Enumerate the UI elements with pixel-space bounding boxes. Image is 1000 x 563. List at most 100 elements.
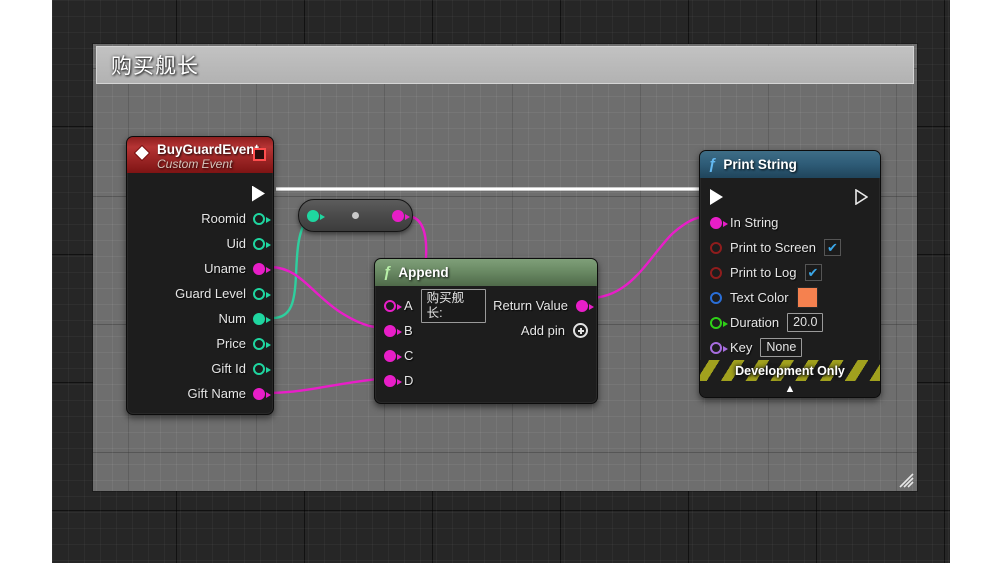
pin-row-append-a[interactable]: A 购买舰长: bbox=[375, 288, 486, 323]
pin-row-gift-id[interactable]: Gift Id bbox=[127, 356, 273, 381]
pin-row-gift-name[interactable]: Gift Name bbox=[127, 381, 273, 406]
pin-return-value[interactable] bbox=[576, 299, 594, 312]
text-color-swatch[interactable] bbox=[796, 287, 818, 308]
pin-label-append-c: C bbox=[404, 348, 414, 363]
pin-label-append-d: D bbox=[404, 373, 414, 388]
resize-grip[interactable] bbox=[898, 472, 914, 488]
pin-label-append-b: B bbox=[404, 323, 413, 338]
node-append[interactable]: ƒ Append A 购买舰长: B C D Return Value Add … bbox=[374, 258, 598, 404]
append-outputs-column: Return Value Add pin bbox=[486, 293, 597, 393]
pin-row-in-string[interactable]: In String bbox=[700, 210, 880, 235]
pin-label-gift-id: Gift Id bbox=[211, 361, 246, 376]
pin-row-uid[interactable]: Uid bbox=[127, 231, 273, 256]
pin-label-roomid: Roomid bbox=[201, 211, 246, 226]
conversion-center-dot bbox=[352, 212, 359, 219]
pin-print-to-log[interactable] bbox=[710, 266, 722, 279]
conversion-output-pin[interactable] bbox=[392, 209, 410, 222]
pin-row-num[interactable]: Num bbox=[127, 306, 273, 331]
pin-duration[interactable] bbox=[710, 316, 728, 329]
pin-label-print-to-screen: Print to Screen bbox=[730, 240, 816, 255]
pin-row-text-color[interactable]: Text Color bbox=[700, 285, 880, 310]
node-buy-guard-event[interactable]: BuyGuardEvent Custom Event Roomid Uid Un… bbox=[126, 136, 274, 415]
pin-label-print-to-log: Print to Log bbox=[730, 265, 797, 280]
node-subtitle-event: Custom Event bbox=[157, 156, 233, 171]
duration-value-input[interactable]: 20.0 bbox=[787, 313, 824, 332]
node-print-string[interactable]: ƒ Print String In String Print to Screen… bbox=[699, 150, 881, 398]
pin-row-guard-level[interactable]: Guard Level bbox=[127, 281, 273, 306]
node-header-append[interactable]: ƒ Append bbox=[375, 259, 597, 286]
pin-label-guard-level: Guard Level bbox=[175, 286, 246, 301]
append-inputs-column: A 购买舰长: B C D bbox=[375, 288, 486, 393]
pin-label-price: Price bbox=[216, 336, 246, 351]
add-pin-icon[interactable] bbox=[573, 323, 588, 338]
pin-label-return-value: Return Value bbox=[493, 298, 568, 313]
node-body-append: A 购买舰长: B C D Return Value Add pin bbox=[375, 286, 597, 403]
pin-append-d[interactable] bbox=[384, 374, 402, 387]
node-header-print[interactable]: ƒ Print String bbox=[700, 151, 880, 178]
development-only-label: Development Only bbox=[735, 363, 845, 378]
pin-row-append-d[interactable]: D bbox=[375, 368, 486, 393]
pin-in-string[interactable] bbox=[710, 216, 728, 229]
exec-output-pin[interactable] bbox=[855, 189, 868, 205]
pin-label-duration: Duration bbox=[730, 315, 780, 330]
node-body-event: Roomid Uid Uname Guard Level Num Price G… bbox=[127, 173, 273, 414]
pin-uid[interactable] bbox=[253, 237, 271, 250]
pin-row-duration[interactable]: Duration 20.0 bbox=[700, 310, 880, 335]
node-header-event[interactable]: BuyGuardEvent Custom Event bbox=[127, 137, 273, 173]
print-to-screen-checkbox[interactable]: ✔ bbox=[824, 239, 841, 256]
pin-append-b[interactable] bbox=[384, 324, 402, 337]
pin-row-print-to-log[interactable]: Print to Log ✔ bbox=[700, 260, 880, 285]
pin-label-text-color: Text Color bbox=[730, 290, 789, 305]
conversion-node[interactable] bbox=[298, 199, 413, 232]
pin-print-to-screen[interactable] bbox=[710, 241, 722, 254]
exec-input-pin[interactable] bbox=[710, 189, 723, 205]
add-pin-label: Add pin bbox=[520, 323, 565, 338]
pin-gift-id[interactable] bbox=[253, 362, 271, 375]
pin-price[interactable] bbox=[253, 337, 271, 350]
event-collapse-button[interactable] bbox=[253, 148, 266, 161]
pin-row-key[interactable]: Key None bbox=[700, 335, 880, 360]
pin-key[interactable] bbox=[710, 341, 728, 354]
key-value-input[interactable]: None bbox=[760, 338, 803, 357]
pin-label-in-string: In String bbox=[730, 215, 779, 230]
pin-uname[interactable] bbox=[253, 262, 271, 275]
pin-label-append-a: A bbox=[404, 298, 413, 313]
pin-label-uname: Uname bbox=[204, 261, 246, 276]
pin-append-a[interactable] bbox=[384, 299, 402, 312]
node-title-append: Append bbox=[398, 265, 449, 280]
blueprint-editor: 购买舰长 BuyGuardEvent Custom Event Roomid U… bbox=[0, 0, 1000, 563]
pin-row-return-value[interactable]: Return Value bbox=[486, 293, 597, 318]
node-title-event: BuyGuardEvent bbox=[157, 141, 260, 157]
pin-label-num: Num bbox=[218, 311, 246, 326]
node-body-print: In String Print to Screen ✔ Print to Log… bbox=[700, 178, 880, 397]
diamond-icon bbox=[134, 145, 150, 161]
page-title: 购买舰长 bbox=[111, 55, 199, 78]
chevron-up-icon[interactable]: ▲ bbox=[700, 381, 880, 397]
add-pin-row[interactable]: Add pin bbox=[486, 318, 597, 343]
exec-output-pin[interactable] bbox=[252, 185, 265, 202]
development-only-band: Development Only bbox=[700, 360, 880, 381]
pin-guard-level[interactable] bbox=[253, 287, 271, 300]
graph-title-bar: 购买舰长 bbox=[96, 46, 914, 84]
row-exec-print[interactable] bbox=[700, 184, 880, 210]
function-icon: ƒ bbox=[708, 156, 717, 173]
print-to-log-checkbox[interactable]: ✔ bbox=[804, 264, 822, 281]
pin-num[interactable] bbox=[253, 312, 271, 325]
conversion-input-pin[interactable] bbox=[307, 209, 325, 222]
pin-label-key: Key bbox=[730, 340, 753, 355]
pin-text-color[interactable] bbox=[710, 291, 722, 304]
pin-row-append-b[interactable]: B bbox=[375, 318, 486, 343]
pin-roomid[interactable] bbox=[253, 212, 271, 225]
function-icon: ƒ bbox=[383, 264, 392, 281]
pin-gift-name[interactable] bbox=[253, 387, 271, 400]
pin-row-append-c[interactable]: C bbox=[375, 343, 486, 368]
row-exec-out[interactable] bbox=[127, 181, 273, 206]
pin-label-gift-name: Gift Name bbox=[187, 386, 246, 401]
pin-row-print-to-screen[interactable]: Print to Screen ✔ bbox=[700, 235, 880, 260]
node-title-print: Print String bbox=[723, 157, 797, 172]
pin-label-uid: Uid bbox=[226, 236, 246, 251]
pin-row-roomid[interactable]: Roomid bbox=[127, 206, 273, 231]
pin-append-c[interactable] bbox=[384, 349, 402, 362]
pin-row-price[interactable]: Price bbox=[127, 331, 273, 356]
pin-row-uname[interactable]: Uname bbox=[127, 256, 273, 281]
